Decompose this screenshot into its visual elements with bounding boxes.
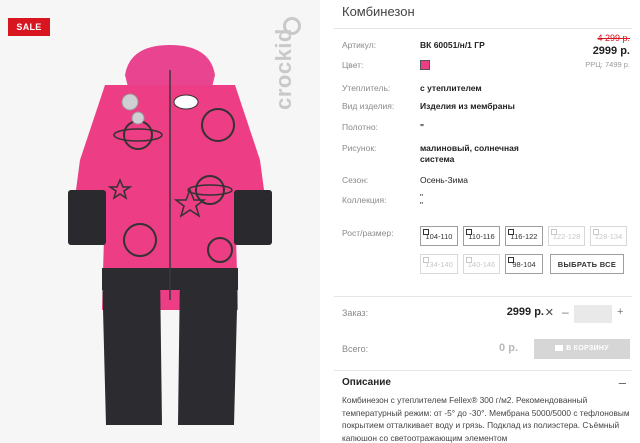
size-option[interactable]: 140-146 xyxy=(463,254,500,274)
product-details: Комбинезон 4 299 р. 2999 р. РРЦ: 7499 р.… xyxy=(330,0,640,443)
divider xyxy=(334,296,632,297)
quantity-increase-button[interactable]: + xyxy=(617,306,623,318)
size-label: Рост/размер: xyxy=(342,228,394,238)
size-option[interactable]: 116-122 xyxy=(505,226,543,246)
item-type-value: Изделия из мембраны xyxy=(420,101,515,111)
collapse-description-icon[interactable]: – xyxy=(619,375,626,390)
quantity-decrease-button[interactable]: – xyxy=(562,305,569,319)
description-heading: Описание xyxy=(342,377,391,388)
order-label: Заказ: xyxy=(342,308,369,318)
old-price: 4 299 р. xyxy=(597,33,630,43)
sale-badge: SALE xyxy=(8,18,50,36)
select-all-button[interactable]: ВЫБРАТЬ ВСЕ xyxy=(550,254,624,274)
fabric-label: Полотно: xyxy=(342,122,378,132)
add-to-cart-button[interactable]: В КОРЗИНУ xyxy=(534,339,630,359)
divider xyxy=(334,28,632,29)
size-option[interactable]: 134-140 xyxy=(420,254,458,274)
size-option[interactable]: 104-110 xyxy=(420,226,458,246)
cart-icon xyxy=(555,345,564,351)
season-value: Осень-Зима xyxy=(420,175,468,185)
order-price: 2999 р. xyxy=(506,306,544,318)
description-text: Комбинезон с утеплителем Fellex® 300 г/м… xyxy=(342,395,630,443)
insulation-value: с утеплителем xyxy=(420,83,482,93)
pattern-label: Рисунок: xyxy=(342,143,377,153)
article-label: Артикул: xyxy=(342,40,377,50)
total-value: 0 р. xyxy=(499,342,518,354)
product-photo xyxy=(68,45,272,425)
product-title: Комбинезон xyxy=(342,4,415,19)
collection-value: " " xyxy=(420,192,424,210)
add-to-cart-label: В КОРЗИНУ xyxy=(566,345,609,352)
remove-icon[interactable]: ✕ xyxy=(545,306,554,319)
fabric-value: " xyxy=(420,122,425,132)
pattern-value: малиновый, солнечная система xyxy=(420,143,519,164)
price-box: 4 299 р. 2999 р. РРЦ: 7499 р. xyxy=(585,33,630,69)
product-image-panel: SALE crockid xyxy=(0,0,320,443)
total-label: Всего: xyxy=(342,344,369,354)
size-option[interactable]: 98-104 xyxy=(505,254,543,274)
divider xyxy=(334,370,632,371)
size-option[interactable]: 110-116 xyxy=(463,226,500,246)
insulation-label: Утеплитель: xyxy=(342,83,391,93)
size-option[interactable]: 122-128 xyxy=(548,226,585,246)
quantity-input[interactable] xyxy=(574,305,612,323)
collection-label: Коллекция: xyxy=(342,195,387,205)
color-label: Цвет: xyxy=(342,60,364,70)
size-option[interactable]: 128-134 xyxy=(590,226,627,246)
season-label: Сезон: xyxy=(342,175,369,185)
item-type-label: Вид изделия: xyxy=(342,101,395,111)
color-swatch[interactable] xyxy=(420,60,430,70)
recommended-price: РРЦ: 7499 р. xyxy=(585,60,630,69)
article-value: ВК 60051/н/1 ГР xyxy=(420,40,485,50)
current-price: 2999 р. xyxy=(592,45,630,57)
